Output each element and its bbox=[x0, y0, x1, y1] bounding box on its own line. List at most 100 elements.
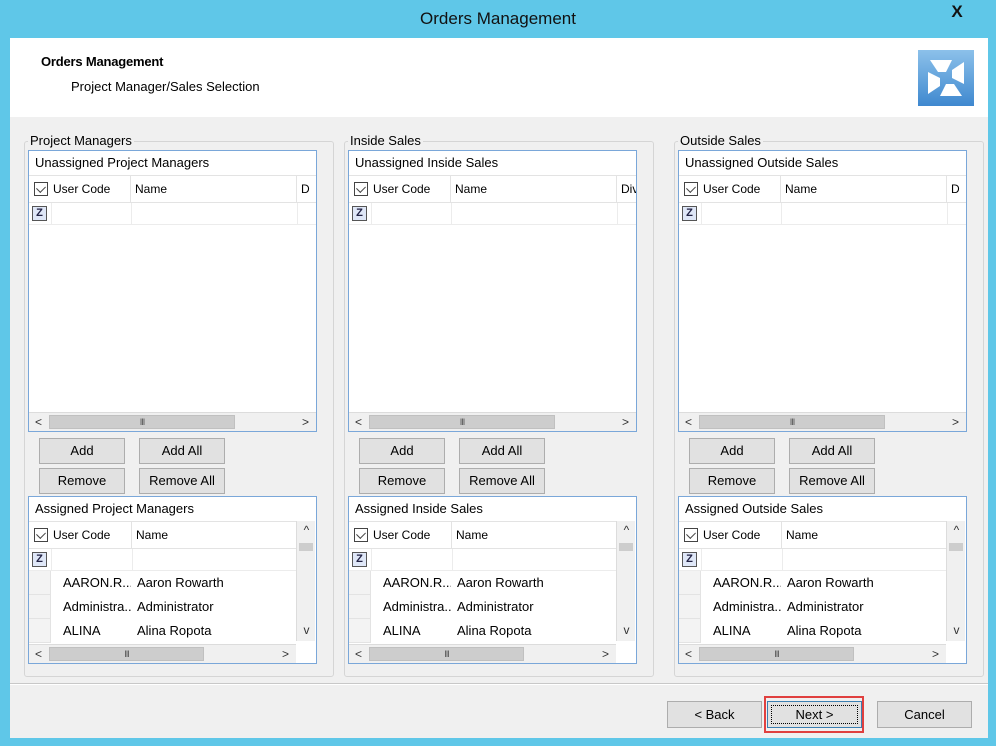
vertical-scrollbar[interactable]: ^ v bbox=[296, 521, 315, 641]
scroll-down-icon[interactable]: v bbox=[947, 621, 966, 639]
add-all-button[interactable]: Add All bbox=[789, 438, 875, 464]
filter-row[interactable]: Z bbox=[679, 203, 966, 225]
horizontal-scrollbar[interactable]: < III > bbox=[349, 412, 636, 431]
filter-icon[interactable]: Z bbox=[352, 206, 367, 221]
column-name[interactable]: Name bbox=[451, 176, 617, 203]
row-selector[interactable] bbox=[679, 571, 701, 595]
scroll-right-icon[interactable]: > bbox=[926, 645, 945, 663]
horizontal-scrollbar[interactable]: < III > bbox=[29, 412, 316, 431]
add-button[interactable]: Add bbox=[689, 438, 775, 464]
filter-row[interactable]: Z bbox=[29, 549, 296, 571]
scroll-down-icon[interactable]: v bbox=[617, 621, 636, 639]
scroll-left-icon[interactable]: < bbox=[679, 413, 698, 431]
row-selector[interactable] bbox=[349, 571, 371, 595]
close-button[interactable]: X bbox=[934, 0, 980, 24]
table-row[interactable]: AARON.R... Aaron Rowarth bbox=[349, 571, 616, 595]
row-selector[interactable] bbox=[29, 619, 51, 643]
filter-icon[interactable]: Z bbox=[32, 206, 47, 221]
filter-row[interactable]: Z bbox=[29, 203, 316, 225]
row-selector[interactable] bbox=[679, 595, 701, 619]
scroll-thumb[interactable]: III bbox=[49, 647, 204, 661]
scroll-up-icon[interactable]: ^ bbox=[947, 521, 966, 539]
scroll-left-icon[interactable]: < bbox=[29, 413, 48, 431]
scroll-left-icon[interactable]: < bbox=[29, 645, 48, 663]
scroll-right-icon[interactable]: > bbox=[596, 645, 615, 663]
column-name[interactable]: Name bbox=[132, 522, 296, 549]
vertical-scroll-thumb[interactable] bbox=[619, 543, 633, 551]
column-chooser-checkbox[interactable] bbox=[354, 528, 368, 542]
scroll-left-icon[interactable]: < bbox=[349, 645, 368, 663]
add-button[interactable]: Add bbox=[359, 438, 445, 464]
filter-row[interactable]: Z bbox=[349, 549, 616, 571]
row-selector[interactable] bbox=[349, 619, 371, 643]
table-row[interactable]: Administra... Administrator bbox=[679, 595, 946, 619]
vertical-scroll-thumb[interactable] bbox=[299, 543, 313, 551]
scroll-right-icon[interactable]: > bbox=[616, 413, 635, 431]
column-chooser-checkbox[interactable] bbox=[684, 182, 698, 196]
column-division[interactable]: Div bbox=[617, 176, 636, 203]
table-row[interactable]: Administra... Administrator bbox=[349, 595, 616, 619]
scroll-up-icon[interactable]: ^ bbox=[617, 521, 636, 539]
column-chooser-checkbox[interactable] bbox=[34, 528, 48, 542]
table-row[interactable]: AARON.R... Aaron Rowarth bbox=[29, 571, 296, 595]
horizontal-scrollbar[interactable]: < III > bbox=[29, 644, 296, 663]
filter-row[interactable]: Z bbox=[349, 203, 636, 225]
vertical-scrollbar[interactable]: ^ v bbox=[616, 521, 635, 641]
cancel-button[interactable]: Cancel bbox=[877, 701, 972, 728]
row-selector[interactable] bbox=[29, 571, 51, 595]
remove-button[interactable]: Remove bbox=[39, 468, 125, 494]
scroll-thumb[interactable]: III bbox=[369, 647, 524, 661]
horizontal-scrollbar[interactable]: < III > bbox=[679, 412, 966, 431]
row-selector[interactable] bbox=[679, 619, 701, 643]
scroll-thumb[interactable]: III bbox=[699, 415, 885, 429]
back-button[interactable]: < Back bbox=[667, 701, 762, 728]
scroll-right-icon[interactable]: > bbox=[296, 413, 315, 431]
column-name[interactable]: Name bbox=[452, 522, 616, 549]
scroll-right-icon[interactable]: > bbox=[946, 413, 965, 431]
column-chooser-checkbox[interactable] bbox=[684, 528, 698, 542]
table-row[interactable]: ALINA Alina Ropota bbox=[679, 619, 946, 643]
row-selector[interactable] bbox=[349, 595, 371, 619]
scroll-thumb[interactable]: III bbox=[49, 415, 235, 429]
scroll-up-icon[interactable]: ^ bbox=[297, 521, 316, 539]
scroll-thumb[interactable]: III bbox=[369, 415, 555, 429]
column-name[interactable]: Name bbox=[782, 522, 946, 549]
remove-all-button[interactable]: Remove All bbox=[459, 468, 545, 494]
remove-button[interactable]: Remove bbox=[689, 468, 775, 494]
vertical-scrollbar[interactable]: ^ v bbox=[946, 521, 965, 641]
row-selector[interactable] bbox=[29, 595, 51, 619]
scroll-left-icon[interactable]: < bbox=[679, 645, 698, 663]
table-row[interactable]: ALINA Alina Ropota bbox=[29, 619, 296, 643]
filter-icon[interactable]: Z bbox=[682, 552, 697, 567]
filter-icon[interactable]: Z bbox=[352, 552, 367, 567]
table-row[interactable]: AARON.R... Aaron Rowarth bbox=[679, 571, 946, 595]
scroll-right-icon[interactable]: > bbox=[276, 645, 295, 663]
remove-button[interactable]: Remove bbox=[359, 468, 445, 494]
filter-separator bbox=[132, 549, 133, 571]
filter-separator bbox=[617, 203, 618, 225]
add-all-button[interactable]: Add All bbox=[459, 438, 545, 464]
filter-icon[interactable]: Z bbox=[682, 206, 697, 221]
column-name[interactable]: Name bbox=[131, 176, 297, 203]
group-title: Project Managers bbox=[28, 133, 134, 149]
add-button[interactable]: Add bbox=[39, 438, 125, 464]
vertical-scroll-thumb[interactable] bbox=[949, 543, 963, 551]
scroll-left-icon[interactable]: < bbox=[349, 413, 368, 431]
scroll-down-icon[interactable]: v bbox=[297, 621, 316, 639]
add-all-button[interactable]: Add All bbox=[139, 438, 225, 464]
column-chooser-checkbox[interactable] bbox=[354, 182, 368, 196]
horizontal-scrollbar[interactable]: < III > bbox=[349, 644, 616, 663]
horizontal-scrollbar[interactable]: < III > bbox=[679, 644, 946, 663]
column-chooser-checkbox[interactable] bbox=[34, 182, 48, 196]
remove-all-button[interactable]: Remove All bbox=[139, 468, 225, 494]
column-name[interactable]: Name bbox=[781, 176, 947, 203]
remove-all-button[interactable]: Remove All bbox=[789, 468, 875, 494]
column-division[interactable]: D bbox=[297, 176, 316, 203]
column-division[interactable]: D bbox=[947, 176, 966, 203]
scroll-thumb[interactable]: III bbox=[699, 647, 854, 661]
table-row[interactable]: ALINA Alina Ropota bbox=[349, 619, 616, 643]
filter-row[interactable]: Z bbox=[679, 549, 946, 571]
filter-icon[interactable]: Z bbox=[32, 552, 47, 567]
table-row[interactable]: Administra... Administrator bbox=[29, 595, 296, 619]
unassigned-title: Unassigned Outside Sales bbox=[679, 151, 966, 175]
